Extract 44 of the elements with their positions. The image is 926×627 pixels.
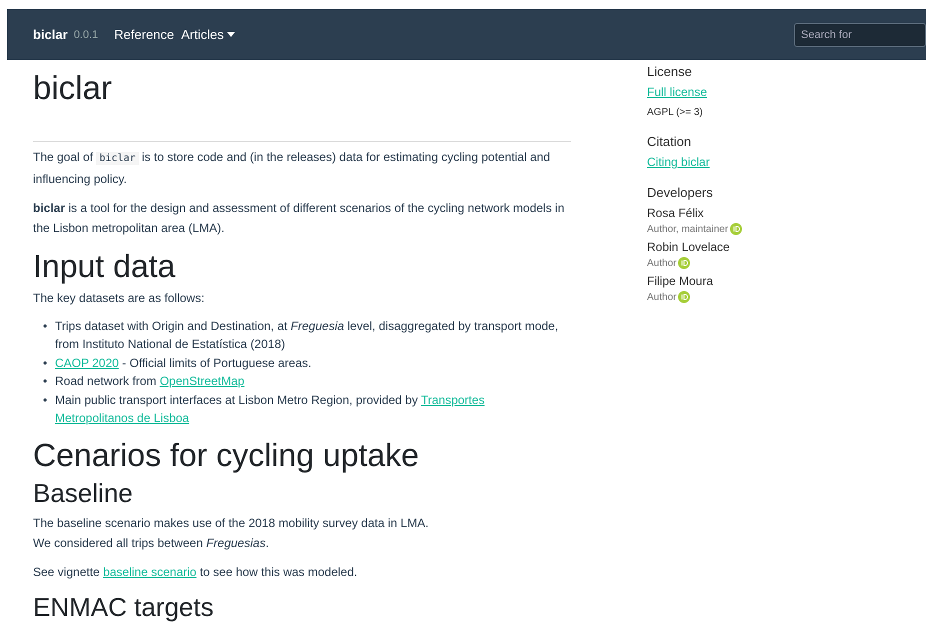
bullet: • [43,392,48,409]
text-link[interactable]: Metropolitanos de Lisboa [55,411,190,426]
section-heading: Cenarios for cycling uptake [33,436,420,474]
search-field[interactable]: Search for [794,22,926,46]
text-link[interactable]: baseline scenario [103,564,196,579]
section-heading: Input data [33,246,176,285]
orcid-icon[interactable] [678,257,690,269]
sidebar-heading: Citation [647,134,692,149]
sidebar-link[interactable]: Citing biclar [647,155,710,169]
developer-name: Robin Lovelace [647,240,731,254]
orcid-icon[interactable] [678,291,690,303]
list-item: CAOP 2020 - Official limits of Portuguese areas. [55,354,312,372]
sidebar-heading: License [647,64,693,79]
orcid-icon[interactable] [730,223,742,235]
developer-role: Author [647,258,676,268]
paragraph: The goal of biclar is to store code and (in the releases) data for estimating cycling potential and influencing policy. [33,148,552,188]
bullet: • [43,354,48,372]
nav-dropdown[interactable]: Articles [181,27,235,42]
paragraph: The baseline scenario makes use of the 2018 mobility survey data in LMA. We considered all trips between Freguesias. [33,514,430,552]
text-link[interactable]: OpenStreetMap [160,374,244,388]
subsection-heading: Baseline [33,476,134,509]
list-item: Road network from OpenStreetMap [55,373,244,390]
paragraph: See vignette baseline scenario to see how this was modeled. [33,564,358,581]
bullet: • [43,373,48,390]
text-link[interactable]: CAOP 2020 [55,356,119,370]
subsection-heading: ENMAC targets [33,590,215,623]
version-label: 0.0.1 [74,28,98,40]
sidebar-heading: Developers [647,185,714,200]
nav-link[interactable]: Reference [114,27,174,42]
caret-icon [226,32,235,37]
license-text: AGPL (>= 3) [647,107,704,118]
brand-link[interactable]: biclar [33,27,68,42]
developer-name: Rosa Félix [647,206,705,220]
developer-role: Author, maintainer [647,224,728,234]
paragraph: biclar is a tool for the design and assessment of different scenarios of the cycling network models in the Lisbon metropolitan area (LMA). [33,200,566,237]
sidebar-link[interactable]: Full license [647,85,708,99]
paragraph: The key datasets are as follows: [33,290,206,307]
text-link[interactable]: Transportes [420,392,485,407]
developer-role: Author [647,292,676,302]
bullet: • [43,318,48,335]
list-item: Trips dataset with Origin and Destination, at Freguesia level, disaggregated by transport mode, from Instituto National de Estatística (2018) [55,318,560,354]
developer-name: Filipe Moura [647,274,714,288]
list-item: Main public transport interfaces at Lisbon Metro Region, provided by Transportes Metropolitanos de Lisboa [55,392,486,428]
page-title: biclar [33,68,113,108]
